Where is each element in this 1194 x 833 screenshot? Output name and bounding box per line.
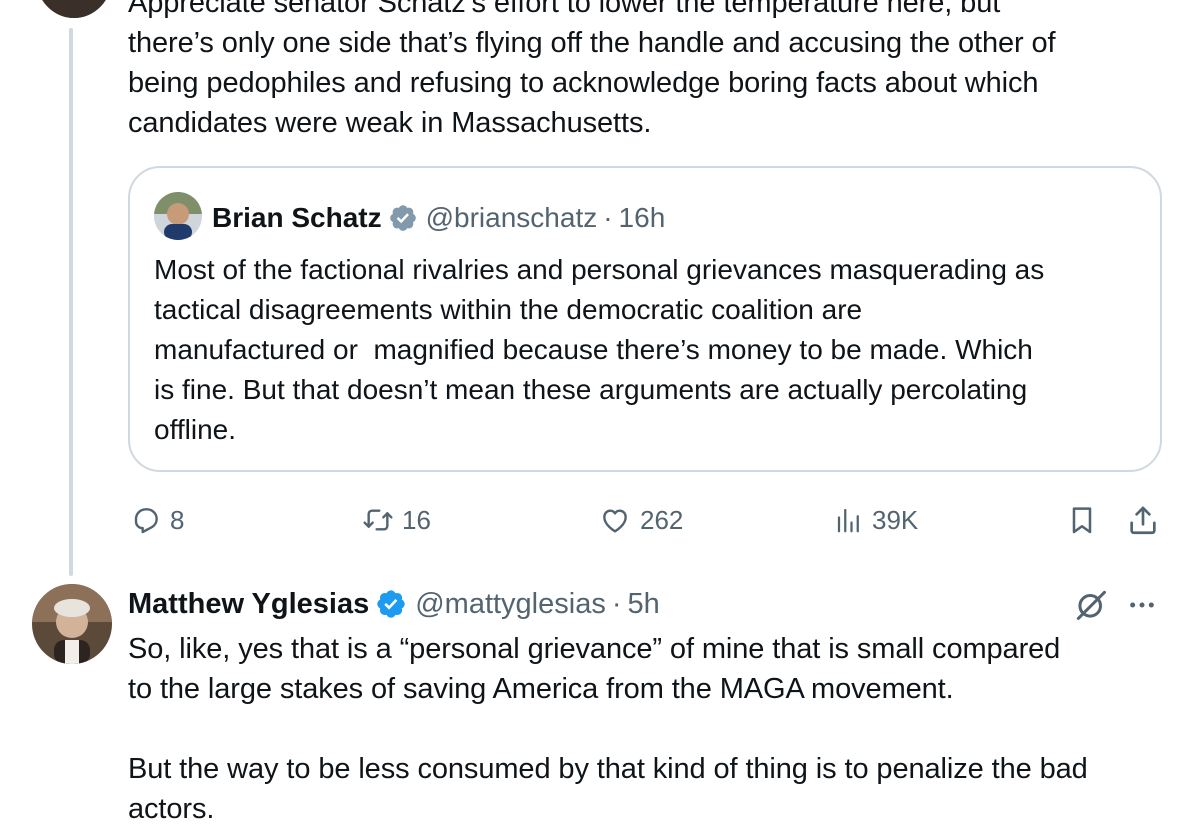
author-handle[interactable]: @mattyglesias <box>415 588 606 621</box>
verified-badge-icon <box>375 588 407 620</box>
separator: · <box>611 587 622 620</box>
author-name[interactable]: Matthew Yglesias <box>128 588 369 621</box>
grok-icon[interactable] <box>1072 586 1110 624</box>
like-count: 262 <box>640 504 684 535</box>
quoted-tweet-header: Brian Schatz @brianschatz · 16h <box>212 198 665 238</box>
author-name[interactable]: Brian Schatz <box>212 202 382 234</box>
bookmark-button[interactable] <box>1066 498 1098 542</box>
author-handle[interactable]: @brianschatz <box>426 202 598 234</box>
like-icon <box>598 504 632 536</box>
views-icon <box>834 504 864 536</box>
separator: · <box>603 202 613 233</box>
quoted-tweet-text: Most of the factional rivalries and pers… <box>154 254 1045 445</box>
reply-button[interactable]: 8 <box>130 498 184 542</box>
quoted-tweet-card[interactable]: Brian Schatz @brianschatz · 16h Most of … <box>128 166 1162 472</box>
tweet-action-bar: 8 16 262 39K <box>128 498 1168 542</box>
repost-count: 16 <box>402 504 431 535</box>
timestamp[interactable]: 16h <box>619 202 666 234</box>
views-count: 39K <box>872 504 919 535</box>
like-button[interactable]: 262 <box>598 498 683 542</box>
views-button[interactable]: 39K <box>834 498 918 542</box>
reply-icon <box>130 504 162 536</box>
tweet-tools <box>1072 586 1158 624</box>
timestamp[interactable]: 5h <box>628 588 660 621</box>
repost-button[interactable]: 16 <box>360 498 431 542</box>
repost-icon <box>360 504 396 536</box>
avatar[interactable] <box>36 0 112 18</box>
tweet-header: Matthew Yglesias @mattyglesias · 5h <box>128 583 660 625</box>
share-button[interactable] <box>1126 498 1160 542</box>
avatar[interactable] <box>32 584 112 664</box>
thread-connector-line <box>69 28 73 576</box>
tweet-text: So, like, yes that is a “personal grieva… <box>128 633 1088 825</box>
reply-count: 8 <box>170 504 185 535</box>
avatar[interactable] <box>154 192 202 240</box>
tweet-text: Appreciate senator Schatz’s effort to lo… <box>128 0 1056 139</box>
bookmark-icon <box>1066 503 1098 537</box>
share-icon <box>1126 503 1160 537</box>
more-icon[interactable] <box>1126 589 1158 621</box>
verified-badge-icon <box>388 203 418 233</box>
